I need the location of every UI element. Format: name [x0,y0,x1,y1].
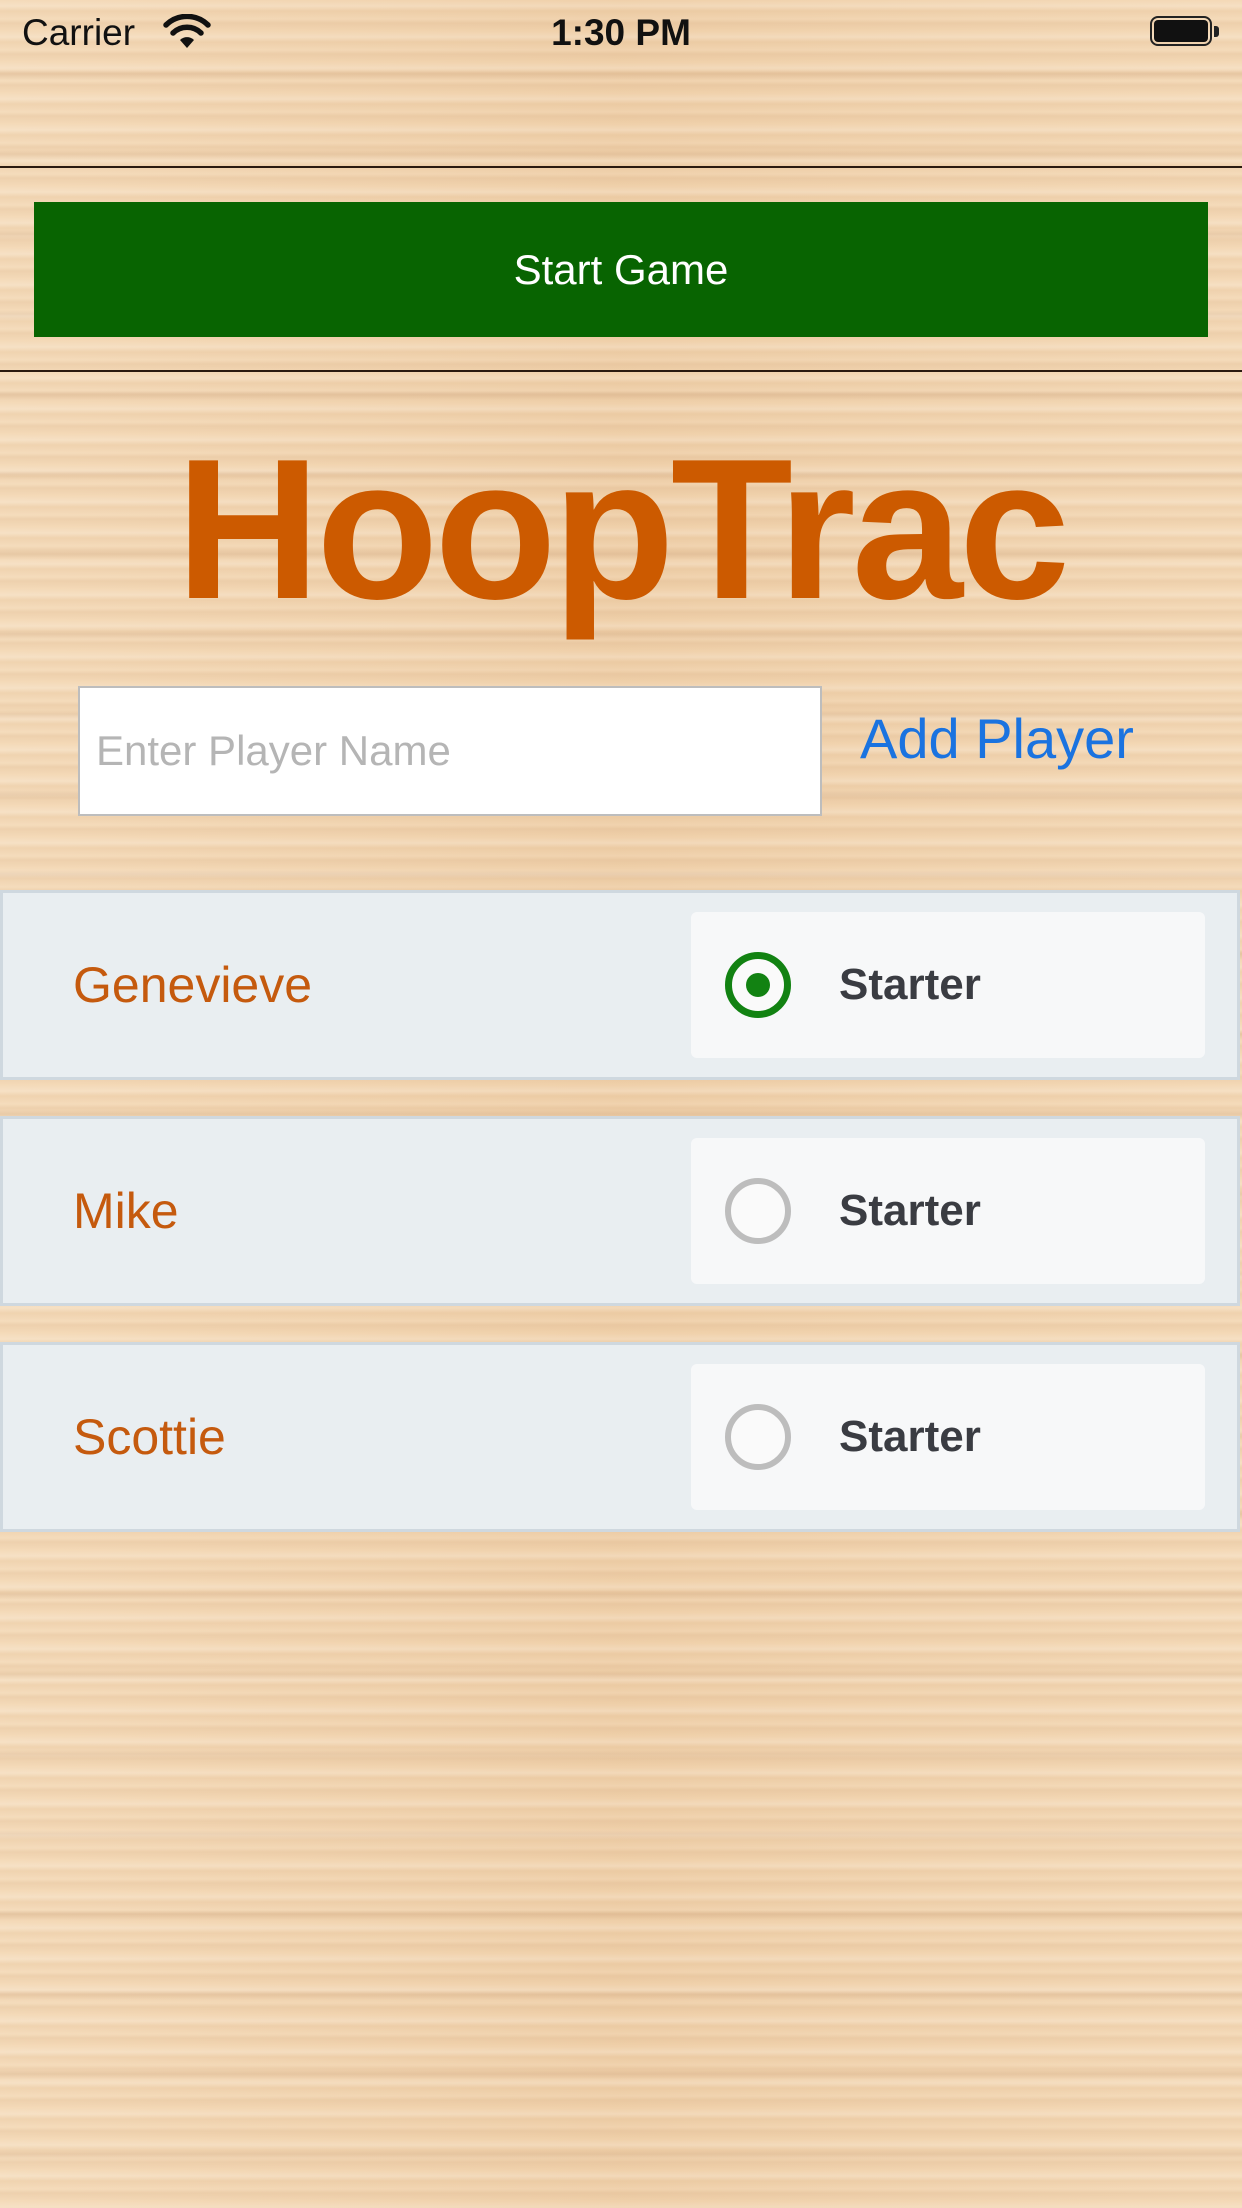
clock: 1:30 PM [551,12,691,53]
start-game-button[interactable]: Start Game [34,202,1208,337]
status-bar: Carrier 1:30 PM [0,0,1242,64]
battery-icon [1150,16,1220,48]
add-player-button[interactable]: Add Player [860,706,1134,771]
player-name: Mike [73,1183,179,1239]
starter-label: Starter [839,1412,981,1461]
radio-checked-icon[interactable] [725,952,791,1018]
player-row: Mike Starter [0,1116,1240,1306]
player-row: Genevieve Starter [0,890,1240,1080]
player-name: Scottie [73,1409,226,1465]
starter-toggle[interactable]: Starter [691,1138,1205,1284]
player-name-input[interactable] [78,686,822,816]
starter-label: Starter [839,960,981,1009]
radio-unchecked-icon[interactable] [725,1404,791,1470]
player-row: Scottie Starter [0,1342,1240,1532]
player-name: Genevieve [73,957,313,1013]
radio-unchecked-icon[interactable] [725,1178,791,1244]
starter-toggle[interactable]: Starter [691,1364,1205,1510]
starter-toggle[interactable]: Starter [691,912,1205,1058]
app-title: HoopTrac [175,418,1070,641]
starter-label: Starter [839,1186,981,1235]
